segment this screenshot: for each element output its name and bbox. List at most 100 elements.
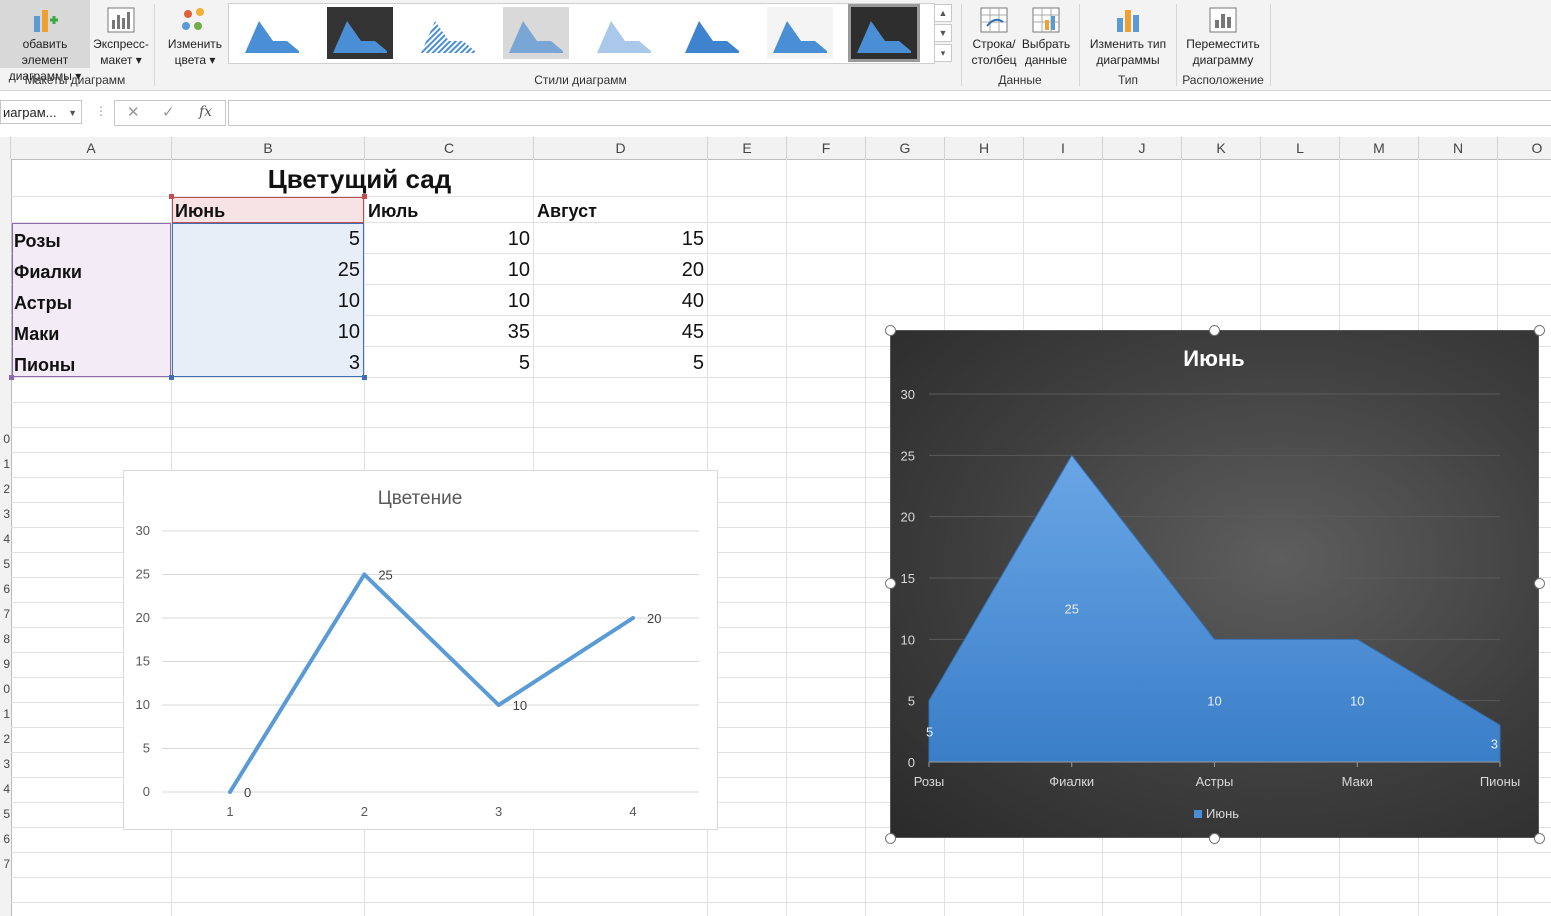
column-header-c[interactable]: C — [365, 137, 534, 159]
line-chart[interactable]: Цветение 0 5 10 15 20 25 30 1 2 3 4 0 25 10 20 — [123, 470, 718, 830]
cell-value[interactable]: 20 — [534, 259, 704, 282]
cell-value[interactable]: 40 — [534, 290, 704, 313]
chart-style-thumb-5[interactable] — [591, 7, 657, 59]
row-label-peonies[interactable]: Пионы — [14, 355, 75, 376]
row-number[interactable]: 5 — [0, 807, 10, 821]
divider — [961, 4, 962, 86]
change-colors-button[interactable]: Изменить цвета ▾ — [162, 0, 228, 68]
cell-value[interactable]: 10 — [365, 290, 530, 313]
row-number[interactable]: 4 — [0, 532, 10, 546]
row-number[interactable]: 2 — [0, 732, 10, 746]
cell-value[interactable]: 25 — [172, 259, 360, 282]
row-label-roses[interactable]: Розы — [14, 231, 61, 252]
cell-value[interactable]: 10 — [172, 290, 360, 313]
cancel-icon[interactable]: ✕ — [127, 103, 140, 121]
select-data-button[interactable]: Выбрать данные — [1020, 0, 1072, 68]
name-box[interactable]: иаграм... ▼ — [0, 100, 82, 124]
column-header-i[interactable]: I — [1024, 137, 1103, 159]
resize-handle[interactable] — [1534, 325, 1545, 336]
sheet-title[interactable]: Цветущий сад — [172, 164, 547, 195]
header-august[interactable]: Август — [537, 201, 597, 222]
range-handle[interactable] — [169, 375, 174, 380]
column-header-n[interactable]: N — [1419, 137, 1498, 159]
range-handle[interactable] — [362, 194, 367, 199]
gallery-more-icon[interactable]: ▾ — [934, 44, 952, 62]
change-chart-type-button[interactable]: Изменить тип диаграммы — [1084, 0, 1172, 68]
resize-handle[interactable] — [1209, 325, 1220, 336]
name-box-dropdown-icon[interactable]: ▼ — [68, 101, 77, 125]
insert-function-icon[interactable]: fx — [199, 104, 212, 120]
column-header-d[interactable]: D — [534, 137, 708, 159]
row-number[interactable]: 9 — [0, 657, 10, 671]
cell-value[interactable]: 45 — [534, 321, 704, 344]
switch-row-column-button[interactable]: Строка/ столбец — [968, 0, 1020, 68]
column-header-f[interactable]: F — [787, 137, 866, 159]
range-handle[interactable] — [362, 375, 367, 380]
row-number[interactable]: 8 — [0, 632, 10, 646]
formula-input[interactable] — [228, 100, 1551, 126]
resize-handle[interactable] — [1534, 833, 1545, 844]
column-header-a[interactable]: A — [11, 137, 172, 159]
row-label-poppies[interactable]: Маки — [14, 324, 59, 345]
resize-handle[interactable] — [885, 578, 896, 589]
column-header-k[interactable]: K — [1182, 137, 1261, 159]
column-header-g[interactable]: G — [866, 137, 945, 159]
cell-value[interactable]: 5 — [534, 352, 704, 375]
data-label: 3 — [1491, 737, 1498, 752]
row-number[interactable]: 3 — [0, 507, 10, 521]
row-label-asters[interactable]: Астры — [14, 293, 72, 314]
legend-swatch — [1194, 810, 1202, 818]
column-header-h[interactable]: H — [945, 137, 1024, 159]
row-number[interactable]: 4 — [0, 782, 10, 796]
header-june[interactable]: Июнь — [175, 201, 225, 222]
row-number[interactable]: 0 — [0, 432, 10, 446]
cell-value[interactable]: 5 — [365, 352, 530, 375]
row-number[interactable]: 5 — [0, 557, 10, 571]
chart-style-thumb-8-selected[interactable] — [848, 4, 920, 62]
cell-value[interactable]: 10 — [365, 228, 530, 251]
enter-icon[interactable]: ✓ — [162, 103, 175, 121]
row-label-violets[interactable]: Фиалки — [14, 262, 82, 283]
quick-layout-button[interactable]: Экспресс- макет ▾ — [92, 0, 150, 68]
cell-value[interactable]: 35 — [365, 321, 530, 344]
column-header-e[interactable]: E — [708, 137, 787, 159]
range-handle[interactable] — [9, 375, 14, 380]
cell-value[interactable]: 5 — [172, 228, 360, 251]
row-number[interactable]: 6 — [0, 582, 10, 596]
column-header-j[interactable]: J — [1103, 137, 1182, 159]
range-handle[interactable] — [169, 194, 174, 199]
column-header-o[interactable]: O — [1498, 137, 1551, 159]
row-number[interactable]: 6 — [0, 832, 10, 846]
row-number[interactable]: 1 — [0, 707, 10, 721]
chart-style-thumb-4[interactable] — [503, 7, 569, 59]
chart-style-thumb-7[interactable] — [767, 7, 833, 59]
column-header-l[interactable]: L — [1261, 137, 1340, 159]
gallery-scroll-down-icon[interactable]: ▼ — [934, 24, 952, 42]
row-number[interactable]: 0 — [0, 682, 10, 696]
chart-style-thumb-6[interactable] — [679, 7, 745, 59]
area-chart[interactable]: Июнь 0 5 10 15 20 25 30 Розы Фиалки Астры Маки Пионы… — [890, 330, 1539, 838]
header-july[interactable]: Июль — [368, 201, 418, 222]
move-chart-button[interactable]: Переместить диаграмму — [1180, 0, 1266, 68]
row-number[interactable]: 3 — [0, 757, 10, 771]
resize-handle[interactable] — [1534, 578, 1545, 589]
chart-style-thumb-1[interactable] — [239, 7, 305, 59]
row-number[interactable]: 7 — [0, 857, 10, 871]
select-all-corner[interactable] — [0, 137, 11, 159]
cell-value[interactable]: 10 — [172, 321, 360, 344]
cell-value[interactable]: 3 — [172, 352, 360, 375]
resize-handle[interactable] — [1209, 833, 1220, 844]
gallery-scroll-up-icon[interactable]: ▲ — [934, 4, 952, 22]
column-header-m[interactable]: M — [1340, 137, 1419, 159]
chart-style-thumb-2[interactable] — [327, 7, 393, 59]
chart-style-thumb-3[interactable] — [415, 7, 481, 59]
row-number[interactable]: 7 — [0, 607, 10, 621]
row-number[interactable]: 1 — [0, 457, 10, 471]
row-number[interactable]: 2 — [0, 482, 10, 496]
resize-handle[interactable] — [885, 325, 896, 336]
column-header-b[interactable]: B — [172, 137, 365, 159]
cell-value[interactable]: 15 — [534, 228, 704, 251]
cell-value[interactable]: 10 — [365, 259, 530, 282]
add-chart-element-button[interactable]: обавить элемент диаграммы ▾ — [0, 0, 90, 83]
resize-handle[interactable] — [885, 833, 896, 844]
